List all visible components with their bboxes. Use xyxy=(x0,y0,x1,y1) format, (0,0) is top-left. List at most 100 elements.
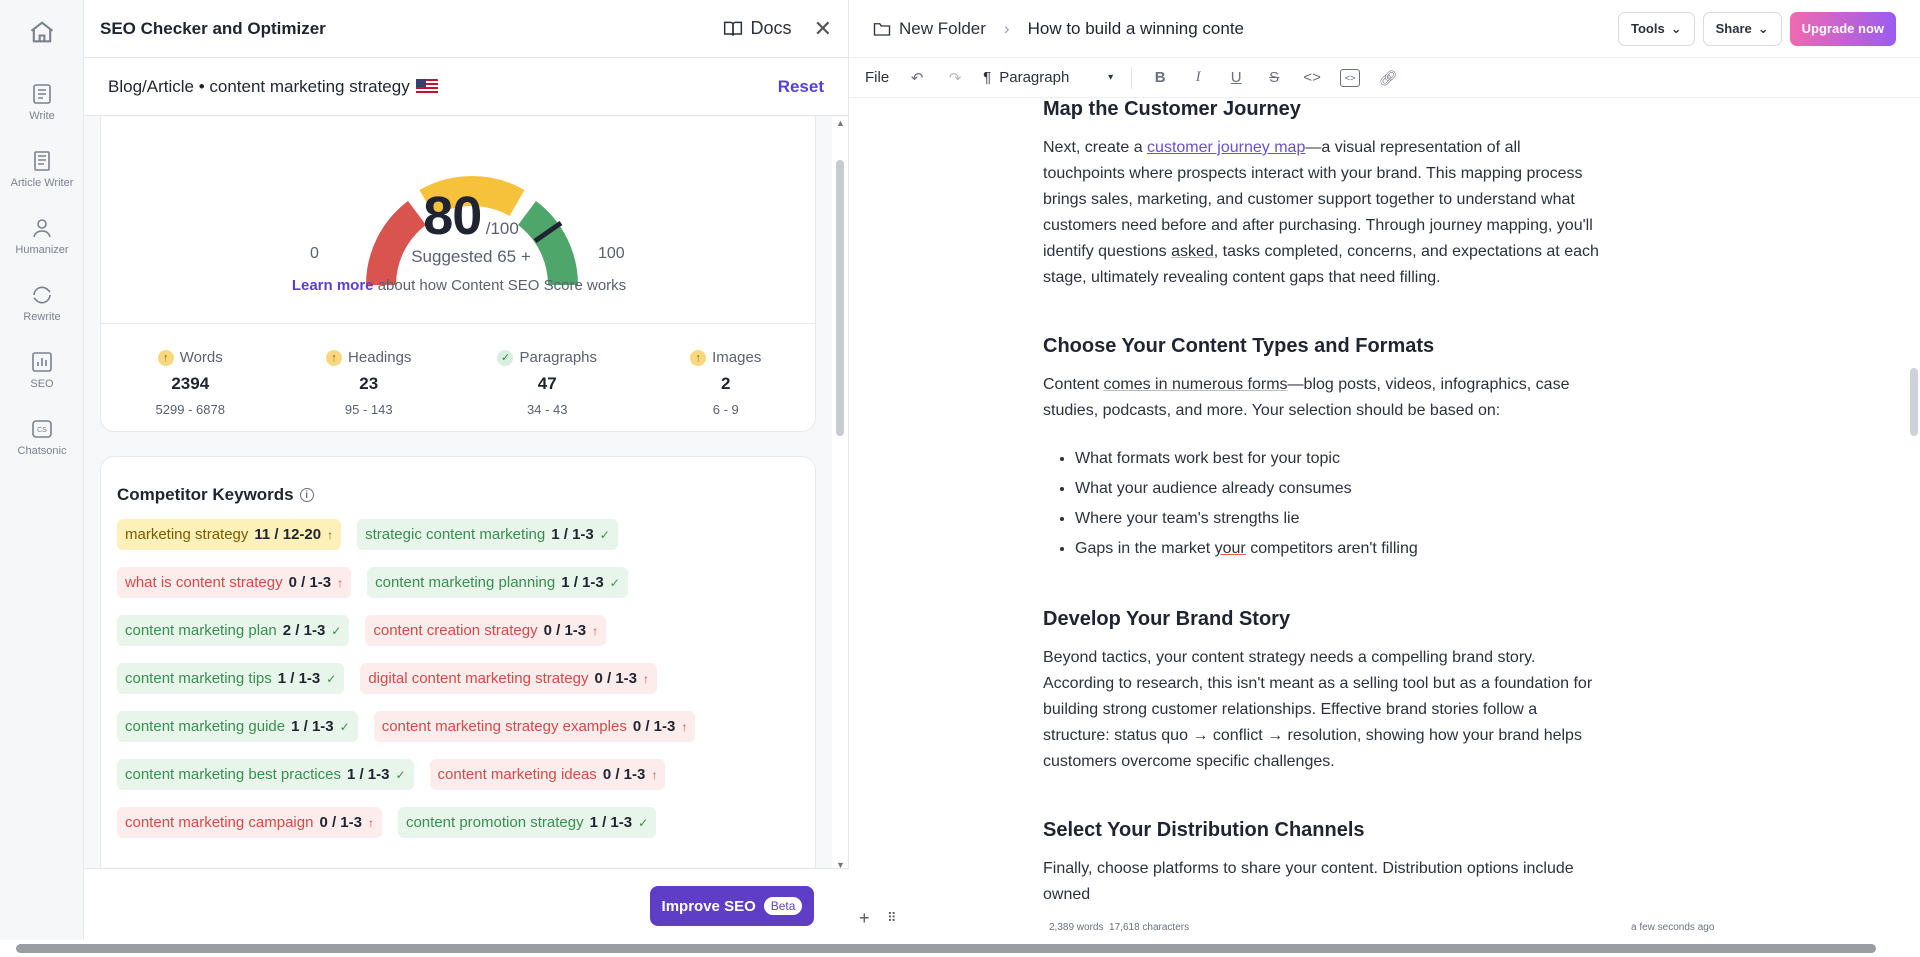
keyword-text: content marketing ideas xyxy=(437,766,597,783)
horizontal-scrollbar[interactable] xyxy=(0,940,1920,957)
document-content[interactable]: Map the Customer Journey Next, create a … xyxy=(1043,98,1603,956)
paragraph-style-select[interactable]: ¶ Paragraph ▾ xyxy=(983,69,1113,86)
keyword-chip[interactable]: content marketing plan 2 / 1-3 ✓ xyxy=(117,615,350,646)
seo-icon xyxy=(32,352,52,372)
rail-write[interactable]: Write xyxy=(0,82,84,122)
keyword-chip[interactable]: content marketing guide 1 / 1-3 ✓ xyxy=(117,711,358,742)
stat-words: ↑ Words 2394 5299 - 6878 xyxy=(101,349,280,417)
underline-icon[interactable]: U xyxy=(1226,69,1246,86)
breadcrumb-folder[interactable]: New Folder xyxy=(899,19,986,39)
content-type-keyword: Blog/Article • content marketing strateg… xyxy=(108,76,410,96)
check-icon: ✓ xyxy=(599,527,610,542)
folder-icon xyxy=(873,22,891,36)
code-block-icon[interactable]: <> xyxy=(1340,68,1361,87)
keyword-count: 0 / 1-3 xyxy=(632,718,676,735)
file-menu[interactable]: File xyxy=(865,69,889,86)
improve-seo-button[interactable]: Improve SEO Beta xyxy=(650,886,814,926)
keyword-chip[interactable]: content marketing best practices 1 / 1-3 ✓ xyxy=(117,759,414,790)
keyword-row: content marketing tips 1 / 1-3 ✓ digital co… xyxy=(117,663,807,695)
home-icon[interactable] xyxy=(28,18,56,46)
docs-button[interactable]: Docs xyxy=(723,18,792,39)
score-value: 80 xyxy=(423,186,482,246)
italic-icon[interactable]: I xyxy=(1188,69,1208,86)
stat-label: Paragraphs xyxy=(519,349,598,366)
rail-rewrite[interactable]: Rewrite xyxy=(0,283,84,323)
docs-label: Docs xyxy=(750,18,792,38)
keyword-text: content marketing tips xyxy=(125,670,272,687)
undo-icon[interactable]: ↶ xyxy=(907,69,927,87)
learn-more-line: Learn more about how Content SEO Score w… xyxy=(101,277,817,294)
learn-more-link[interactable]: Learn more xyxy=(292,277,374,294)
hyperlink[interactable]: customer journey map xyxy=(1147,139,1305,156)
heading: Choose Your Content Types and Formats xyxy=(1043,335,1435,357)
keyword-chip[interactable]: content marketing campaign 0 / 1-3 ↑ xyxy=(117,807,382,838)
content-stats: ↑ Words 2394 5299 - 6878 ↑ Headings 23 95 … xyxy=(101,349,815,417)
document-stats: 2,389 words 17,618 characters xyxy=(1049,922,1189,933)
editor-footer: + ⠿ 2,389 words 17,618 characters a few … xyxy=(849,908,1899,940)
arrow-up-icon: ↑ xyxy=(592,623,599,638)
paragraph-style-value: Paragraph xyxy=(999,69,1070,86)
drag-handle-icon[interactable]: ⠿ xyxy=(887,910,897,926)
rail-humanizer[interactable]: Humanizer xyxy=(0,216,84,256)
stat-value: 47 xyxy=(537,374,557,393)
keyword-chip[interactable]: marketing strategy 11 / 12-20 ↑ xyxy=(117,519,342,550)
add-block-icon[interactable]: + xyxy=(859,908,870,929)
link-icon[interactable]: 🔗︎ xyxy=(1378,69,1398,87)
arrow-up-icon: ↑ xyxy=(327,527,334,542)
keyword-chip[interactable]: content promotion strategy 1 / 1-3 ✓ xyxy=(397,807,657,838)
rail-write-label: Write xyxy=(29,110,55,122)
editor-scrollbar[interactable] xyxy=(1909,98,1919,910)
keyword-chip[interactable]: content creation strategy 0 / 1-3 ↑ xyxy=(365,615,607,646)
keyword-count: 11 / 12-20 xyxy=(254,526,322,543)
scrollbar-thumb[interactable] xyxy=(836,160,844,436)
bold-icon[interactable]: B xyxy=(1150,69,1170,86)
arrow-up-icon: ↑ xyxy=(326,349,343,366)
panel-footer: Improve SEO Beta xyxy=(84,868,849,940)
keyword-count: 1 / 1-3 xyxy=(346,766,390,783)
keyword-chip[interactable]: strategic content marketing 1 / 1-3 ✓ xyxy=(357,519,618,550)
bullet-list: What formats work best for your topic Wh… xyxy=(1075,444,1603,564)
stat-value: 2394 xyxy=(171,374,210,393)
humanizer-icon xyxy=(33,219,51,238)
keyword-chip[interactable]: content marketing tips 1 / 1-3 ✓ xyxy=(117,663,345,694)
document-title[interactable]: How to build a winning conte xyxy=(1028,19,1258,39)
rail-seo[interactable]: SEO xyxy=(0,350,84,390)
keyword-chip[interactable]: what is content strategy 0 / 1-3 ↑ xyxy=(117,567,352,598)
scroll-up-icon[interactable]: ▲ xyxy=(836,118,845,128)
scrollbar-thumb[interactable] xyxy=(16,944,1876,953)
share-button[interactable]: Share ⌄ xyxy=(1702,11,1782,46)
us-flag-icon xyxy=(415,79,438,94)
learn-more-text: about how Content SEO Score works xyxy=(377,277,627,294)
upgrade-button[interactable]: Upgrade now xyxy=(1789,11,1896,46)
arrow-up-icon: ↑ xyxy=(690,349,707,366)
info-icon[interactable]: i xyxy=(299,488,314,502)
paragraph: Next, create a customer journey map—a vi… xyxy=(1043,139,1599,286)
panel-header: SEO Checker and Optimizer Docs ✕ xyxy=(84,0,848,58)
strikethrough-icon[interactable]: S xyxy=(1264,69,1284,86)
keyword-text: marketing strategy xyxy=(125,526,249,543)
keyword-chip[interactable]: content marketing ideas 0 / 1-3 ↑ xyxy=(429,759,666,790)
keyword-chip[interactable]: digital content marketing strategy 0 / 1-… xyxy=(360,663,657,694)
editor-topbar: New Folder › How to build a winning cont… xyxy=(849,0,1920,58)
rail-article-writer[interactable]: Article Writer xyxy=(0,149,84,189)
keyword-count: 0 / 1-3 xyxy=(288,574,332,591)
tools-button[interactable]: Tools ⌄ xyxy=(1618,11,1695,46)
chevron-down-icon: ▾ xyxy=(1108,72,1114,83)
gauge-max: 100 xyxy=(598,245,625,262)
reset-button[interactable]: Reset xyxy=(778,77,824,97)
keyword-text: content marketing guide xyxy=(125,718,286,735)
panel-scrollbar[interactable]: ▲ ▼ xyxy=(832,116,848,876)
redo-icon[interactable]: ↷ xyxy=(945,69,965,87)
keyword-chip[interactable]: content marketing strategy examples 0 / 1… xyxy=(373,711,696,742)
rail-chatsonic[interactable]: CS Chatsonic xyxy=(0,417,84,457)
code-icon[interactable]: <> xyxy=(1302,69,1322,86)
keyword-chip[interactable]: content marketing planning 1 / 1-3 ✓ xyxy=(367,567,628,598)
word-count: 2,389 words xyxy=(1049,922,1104,933)
book-icon xyxy=(723,21,742,36)
close-icon[interactable]: ✕ xyxy=(814,17,832,40)
scrollbar-thumb[interactable] xyxy=(1910,368,1918,436)
stat-range: 95 - 143 xyxy=(344,402,393,417)
breadcrumb: New Folder › How to build a winning cont… xyxy=(873,19,1258,39)
beta-badge: Beta xyxy=(763,897,803,915)
arrow-up-icon: ↑ xyxy=(651,767,658,782)
